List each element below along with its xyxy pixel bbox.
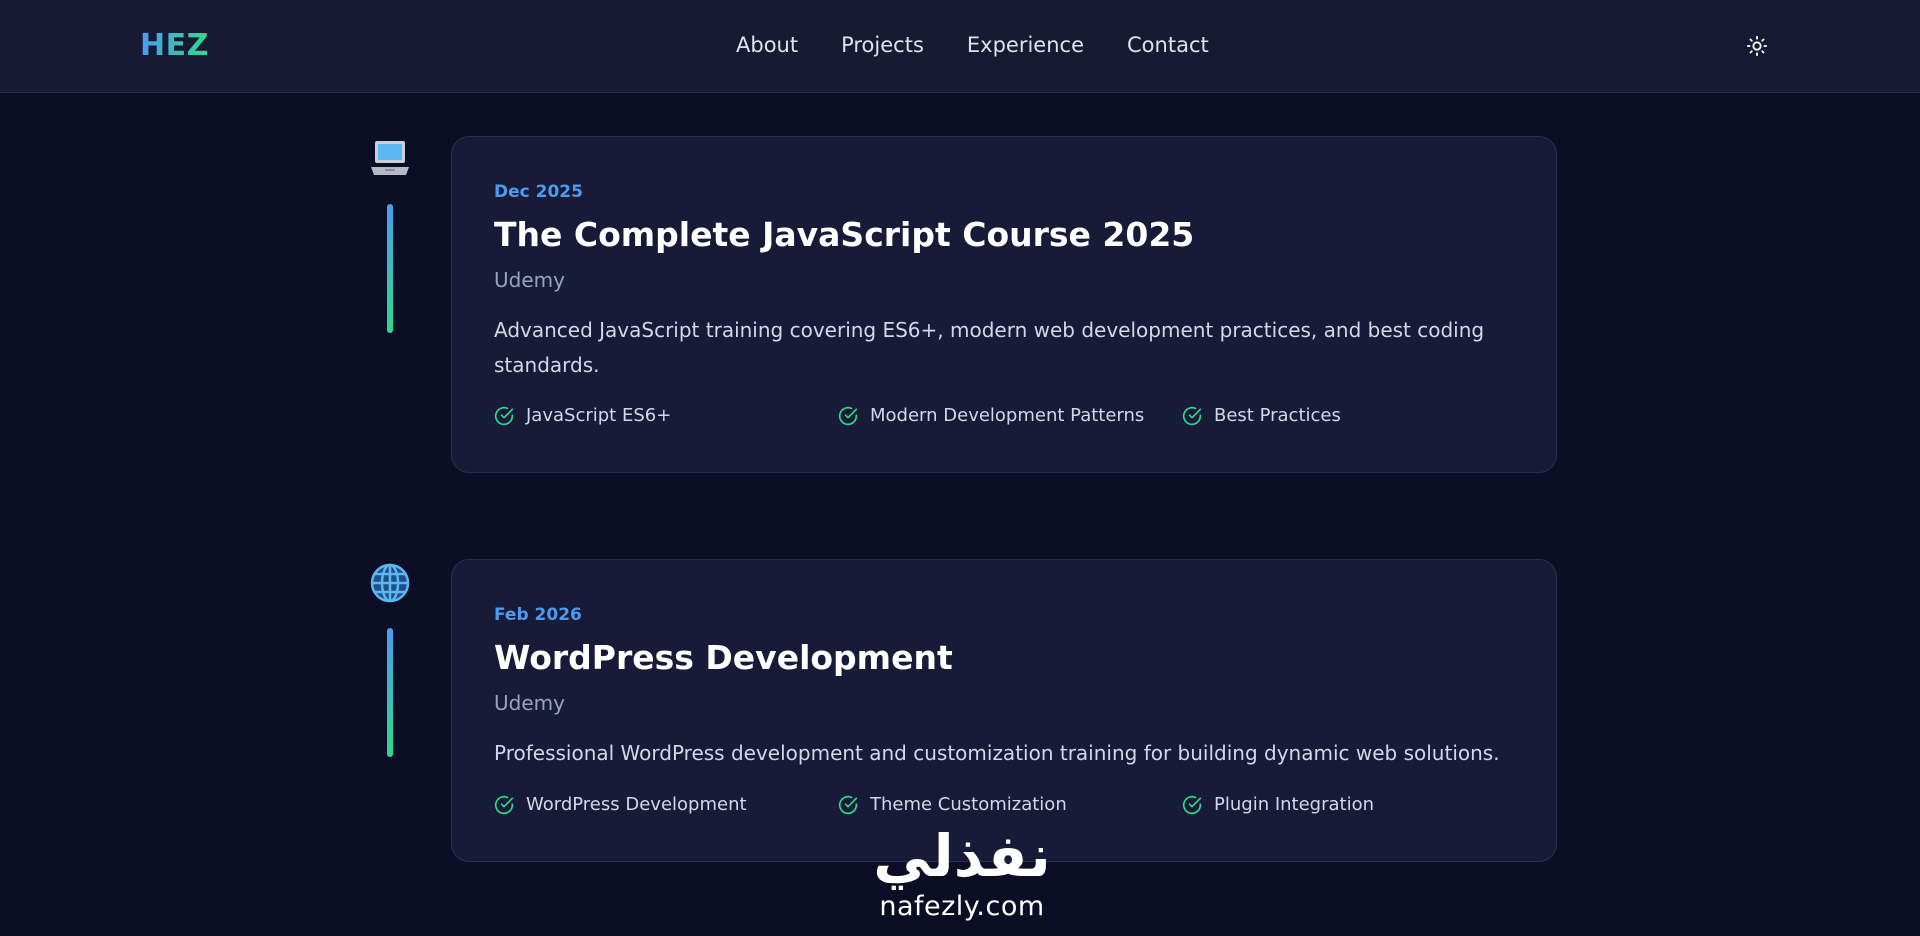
- card-tags: WordPress Development Theme Customizatio…: [494, 794, 1526, 815]
- navbar: HEZ About Projects Experience Contact: [0, 0, 1920, 93]
- globe-icon: [368, 561, 412, 605]
- card-date: Dec 2025: [494, 182, 583, 202]
- tag-label: Best Practices: [1214, 405, 1341, 426]
- nav-link-about[interactable]: About: [736, 33, 798, 57]
- theme-toggle-button[interactable]: [1744, 33, 1770, 59]
- logo[interactable]: HEZ: [140, 28, 209, 63]
- tag-item: Best Practices: [1182, 405, 1526, 426]
- check-circle-icon: [838, 795, 858, 814]
- watermark-latin: nafezly.com: [879, 891, 1045, 922]
- laptop-icon: [368, 136, 412, 180]
- card-organization: Udemy: [494, 268, 565, 292]
- watermark: نفذلي nafezly.com: [842, 825, 1082, 936]
- check-circle-icon: [838, 406, 858, 425]
- card-date: Feb 2026: [494, 605, 582, 625]
- timeline-connector: [387, 628, 393, 757]
- tag-label: WordPress Development: [526, 794, 747, 815]
- check-circle-icon: [494, 406, 514, 425]
- tag-label: JavaScript ES6+: [526, 405, 672, 426]
- card-description: Advanced JavaScript training covering ES…: [494, 318, 1485, 377]
- nav-link-experience[interactable]: Experience: [967, 33, 1084, 57]
- check-circle-icon: [1182, 795, 1202, 814]
- check-circle-icon: [494, 795, 514, 814]
- card-title: The Complete JavaScript Course 2025: [494, 215, 1195, 254]
- nav-links: About Projects Experience Contact: [736, 33, 1252, 57]
- tag-item: Modern Development Patterns: [838, 405, 1182, 426]
- tag-label: Theme Customization: [870, 794, 1067, 815]
- tag-item: Plugin Integration: [1182, 794, 1526, 815]
- check-circle-icon: [1182, 406, 1202, 425]
- tag-item: Theme Customization: [838, 794, 1182, 815]
- tag-item: WordPress Development: [494, 794, 838, 815]
- card-title: WordPress Development: [494, 638, 953, 677]
- timeline-card: Feb 2026 WordPress Development Udemy Pro…: [451, 559, 1557, 862]
- timeline-card: Dec 2025 The Complete JavaScript Course …: [451, 136, 1557, 473]
- sun-icon: [1746, 35, 1768, 57]
- watermark-arabic: نفذلي: [873, 822, 1051, 890]
- tag-label: Plugin Integration: [1214, 794, 1375, 815]
- nav-link-projects[interactable]: Projects: [841, 33, 924, 57]
- tag-label: Modern Development Patterns: [870, 405, 1145, 426]
- tag-item: JavaScript ES6+: [494, 405, 838, 426]
- card-tags: JavaScript ES6+ Modern Development Patte…: [494, 405, 1526, 426]
- card-organization: Udemy: [494, 691, 565, 715]
- timeline-connector: [387, 204, 393, 333]
- nav-link-contact[interactable]: Contact: [1127, 33, 1209, 57]
- card-description: Professional WordPress development and c…: [494, 741, 1500, 765]
